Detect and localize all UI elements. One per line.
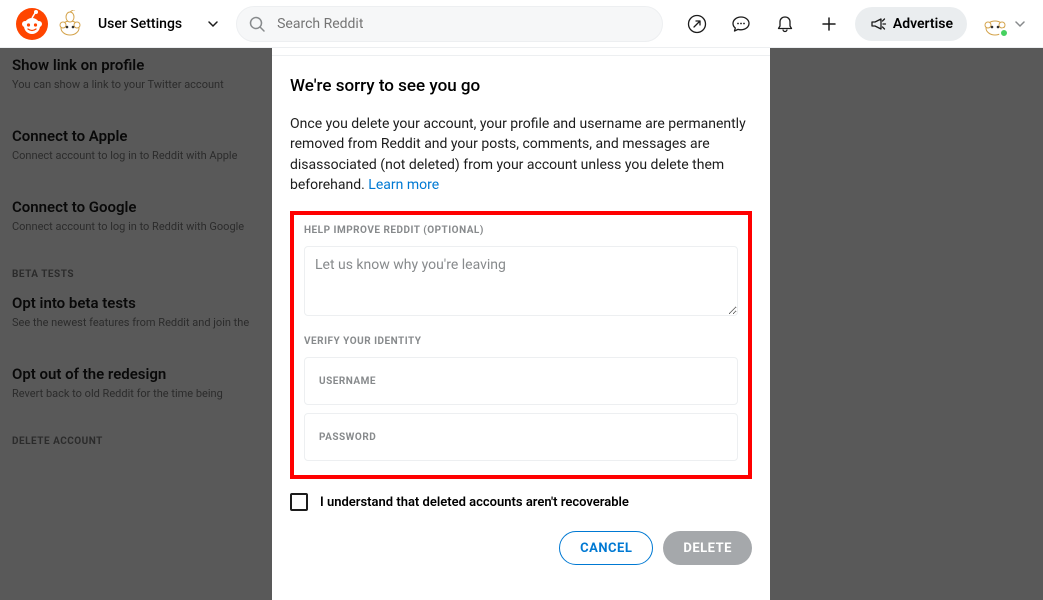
chat-button[interactable] bbox=[723, 6, 759, 42]
notifications-button[interactable] bbox=[767, 6, 803, 42]
confirm-label: I understand that deleted accounts aren'… bbox=[320, 495, 629, 510]
username-input[interactable] bbox=[304, 357, 738, 405]
form-highlight: HELP IMPROVE REDDIT (OPTIONAL) VERIFY YO… bbox=[290, 211, 752, 479]
plus-icon bbox=[819, 14, 839, 34]
popular-button[interactable] bbox=[679, 6, 715, 42]
advertise-button[interactable]: Advertise bbox=[855, 7, 967, 41]
snoo-avatar-icon bbox=[56, 10, 84, 38]
page-title: User Settings bbox=[98, 16, 182, 32]
header-right: Advertise bbox=[679, 6, 1027, 42]
delete-account-modal: We're sorry to see you go Once you delet… bbox=[272, 0, 770, 600]
confirm-row: I understand that deleted accounts aren'… bbox=[272, 479, 770, 511]
nav-dropdown[interactable] bbox=[206, 17, 220, 31]
reddit-logo-icon bbox=[16, 8, 48, 40]
modal-title: We're sorry to see you go bbox=[290, 76, 752, 96]
learn-more-link[interactable]: Learn more bbox=[368, 177, 439, 193]
user-avatar bbox=[981, 10, 1009, 38]
chevron-down-icon bbox=[1013, 17, 1027, 31]
verify-label: VERIFY YOUR IDENTITY bbox=[304, 336, 738, 347]
cancel-button[interactable]: CANCEL bbox=[559, 531, 653, 565]
create-post-button[interactable] bbox=[811, 6, 847, 42]
password-input[interactable] bbox=[304, 413, 738, 461]
chevron-down-icon bbox=[206, 17, 220, 31]
modal-description: Once you delete your account, your profi… bbox=[290, 114, 752, 195]
logo-area[interactable]: User Settings bbox=[16, 8, 182, 40]
bell-icon bbox=[775, 14, 795, 34]
feedback-textarea[interactable] bbox=[304, 246, 738, 316]
improve-label: HELP IMPROVE REDDIT (OPTIONAL) bbox=[304, 225, 738, 236]
advertise-label: Advertise bbox=[893, 16, 953, 32]
modal-actions: CANCEL DELETE bbox=[272, 511, 770, 585]
delete-button[interactable]: DELETE bbox=[663, 531, 752, 565]
search-input[interactable] bbox=[236, 6, 663, 42]
search-wrap bbox=[236, 6, 663, 42]
online-indicator bbox=[999, 28, 1009, 38]
modal-desc-text: Once you delete your account, your profi… bbox=[290, 116, 746, 193]
search-icon bbox=[248, 15, 266, 33]
arrow-up-right-icon bbox=[687, 14, 707, 34]
confirm-checkbox[interactable] bbox=[290, 493, 308, 511]
megaphone-icon bbox=[869, 15, 887, 33]
chat-icon bbox=[731, 14, 751, 34]
user-menu[interactable] bbox=[981, 10, 1027, 38]
top-header: User Settings Advertise bbox=[0, 0, 1043, 48]
